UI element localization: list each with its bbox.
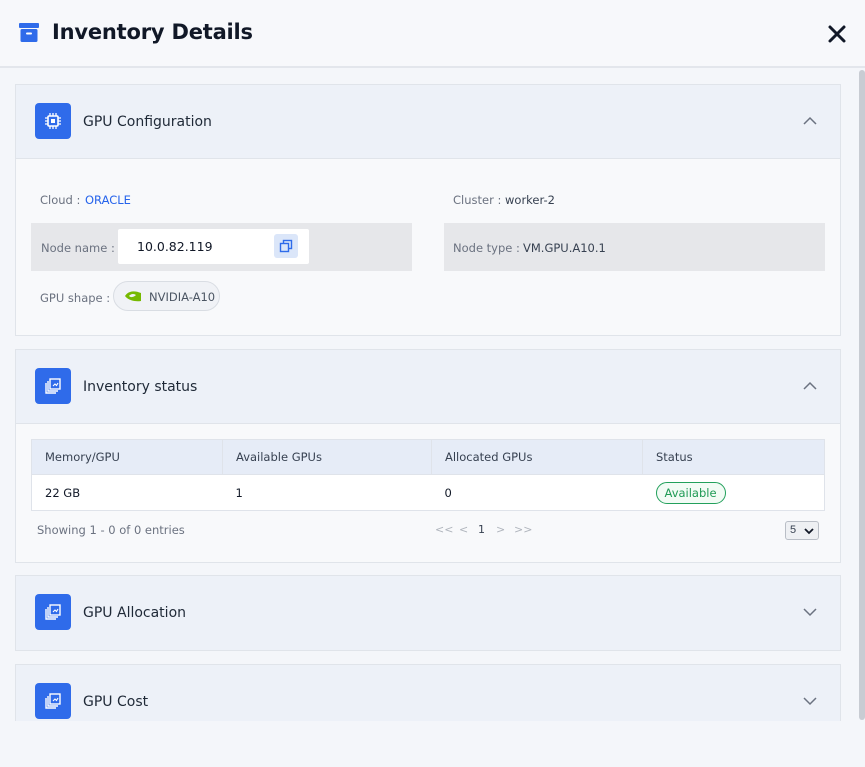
next-page-button[interactable]: > <box>496 523 505 536</box>
close-icon[interactable] <box>823 20 851 48</box>
stack-icon <box>35 594 71 630</box>
stack-icon <box>35 683 71 719</box>
stack-icon <box>35 368 71 404</box>
cluster-label: Cluster : <box>453 193 502 207</box>
column-header: Allocated GPUs <box>431 439 643 475</box>
gpu-shape-chip: NVIDIA-A10 <box>113 281 220 311</box>
chevron-down-icon[interactable] <box>802 693 818 709</box>
table-row: 22 GB 1 0 Available <box>31 474 825 511</box>
archive-box-icon <box>19 23 39 42</box>
memory-cell: 22 GB <box>31 474 223 511</box>
node-type-value: VM.GPU.A10.1 <box>523 241 606 255</box>
node-name-row: Node name : 10.0.82.119 <box>31 223 412 271</box>
cloud-value: ORACLE <box>85 193 131 207</box>
inventory-status-header[interactable]: Inventory status <box>16 350 840 424</box>
last-page-button[interactable]: >> <box>514 523 532 536</box>
modal-header: Inventory Details <box>0 0 865 68</box>
gpu-configuration-panel: GPU Configuration Cloud : ORACLE Cluster… <box>15 84 841 336</box>
node-type-label: Node type : <box>453 241 520 255</box>
column-header: Status <box>642 439 825 475</box>
cloud-label: Cloud : <box>40 193 81 207</box>
current-page[interactable]: 1 <box>478 523 485 536</box>
gpu-allocation-title: GPU Allocation <box>83 605 187 621</box>
showing-entries-text: Showing 1 - 0 of 0 entries <box>37 523 185 537</box>
status-cell: Available <box>642 474 825 511</box>
gpu-allocation-panel: GPU Allocation <box>15 575 841 651</box>
page-title: Inventory Details <box>52 20 253 44</box>
gpu-configuration-title: GPU Configuration <box>83 114 212 130</box>
nvidia-logo-icon <box>125 291 141 302</box>
table-header-row: Memory/GPU Available GPUs Allocated GPUs… <box>31 439 825 475</box>
node-name-field: 10.0.82.119 <box>118 229 309 264</box>
page-size-value: 5 <box>790 524 797 536</box>
node-name-value: 10.0.82.119 <box>137 239 213 254</box>
copy-button[interactable] <box>274 234 298 258</box>
chevron-down-icon[interactable] <box>802 604 818 620</box>
gpu-cost-panel: GPU Cost <box>15 664 841 721</box>
modal-footer <box>0 721 865 767</box>
allocated-cell: 0 <box>431 474 643 511</box>
gpu-shape-label: GPU shape : <box>40 291 111 305</box>
gpu-cost-header[interactable]: GPU Cost <box>16 665 840 721</box>
node-name-label: Node name : <box>41 241 115 255</box>
chevron-up-icon[interactable] <box>802 378 818 394</box>
column-header: Memory/GPU <box>31 439 223 475</box>
chevron-up-icon[interactable] <box>802 113 818 129</box>
chevron-down-icon <box>804 528 814 535</box>
status-badge: Available <box>655 481 726 504</box>
available-cell: 1 <box>222 474 432 511</box>
column-header: Available GPUs <box>222 439 432 475</box>
modal-body[interactable]: GPU Configuration Cloud : ORACLE Cluster… <box>0 70 865 721</box>
gpu-configuration-header[interactable]: GPU Configuration <box>16 85 840 159</box>
inventory-status-panel: Inventory status Memory/GPU Available GP… <box>15 349 841 563</box>
copy-icon <box>279 239 293 253</box>
gpu-shape-value: NVIDIA-A10 <box>149 290 216 304</box>
inventory-status-title: Inventory status <box>83 379 198 395</box>
gpu-cost-title: GPU Cost <box>83 694 149 710</box>
node-type-row: Node type : VM.GPU.A10.1 <box>444 223 825 271</box>
prev-page-button[interactable]: < <box>459 523 468 536</box>
inventory-table: Memory/GPU Available GPUs Allocated GPUs… <box>31 439 825 511</box>
page-size-select[interactable]: 5 <box>785 521 819 540</box>
chip-icon <box>35 103 71 139</box>
gpu-allocation-header[interactable]: GPU Allocation <box>16 576 840 650</box>
cluster-value: worker-2 <box>505 193 555 207</box>
scrollbar[interactable] <box>859 70 865 720</box>
first-page-button[interactable]: << <box>435 523 453 536</box>
